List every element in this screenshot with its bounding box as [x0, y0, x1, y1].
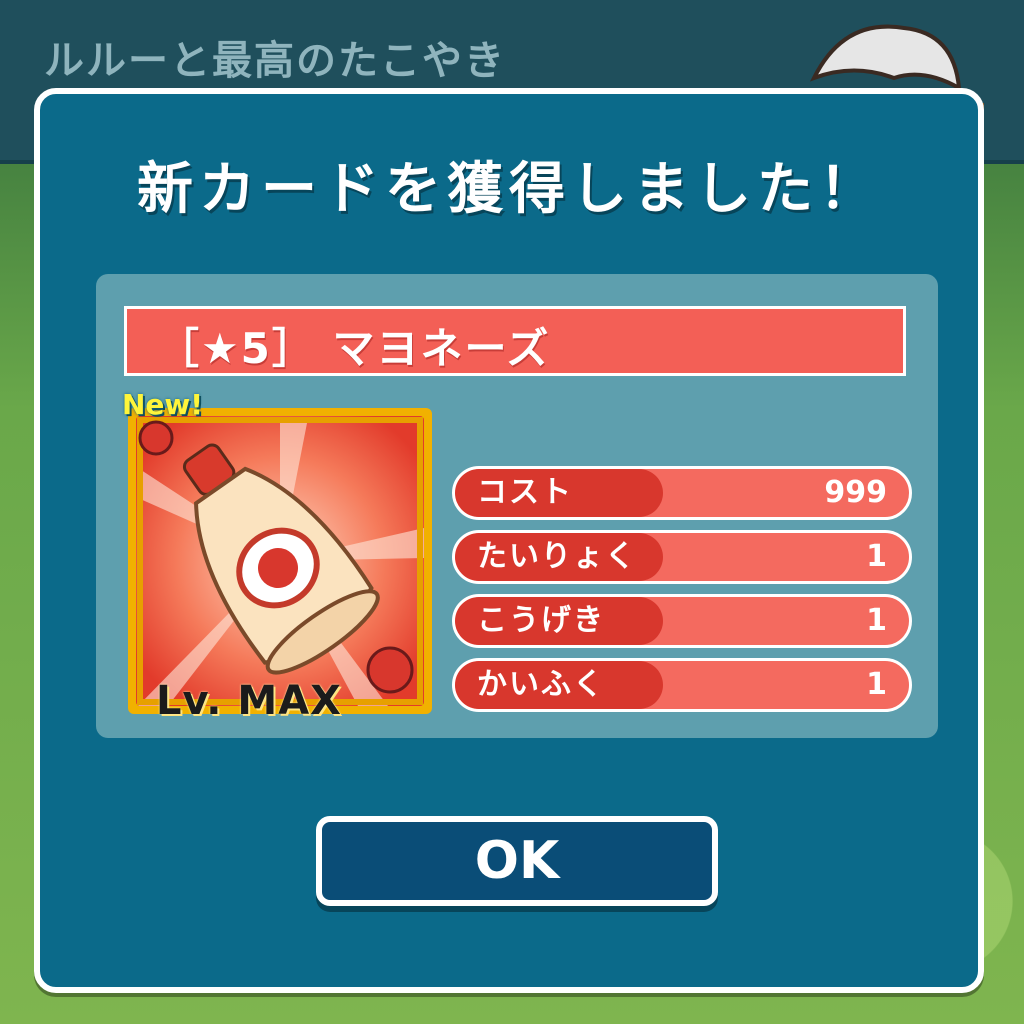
card-info-panel: ［★5］ マヨネーズ New! Lv. MAX コスト 999 たいりょく 1 …: [96, 274, 938, 738]
ok-button-label: OK: [474, 831, 560, 891]
stat-value: 1: [866, 667, 887, 702]
stage-title: ルルーと最高のたこやき: [44, 38, 506, 84]
stat-label: たいりょく: [455, 533, 663, 581]
card-image[interactable]: [128, 408, 432, 714]
stat-label: こうげき: [455, 597, 663, 645]
card-name: ［★5］ マヨネーズ: [157, 324, 551, 373]
card-level: Lv. MAX: [156, 678, 343, 724]
card-obtained-dialog: 新カードを獲得しました！ ［★5］ マヨネーズ New! Lv. MAX コスト…: [34, 88, 984, 993]
stat-attack: こうげき 1: [452, 594, 912, 648]
stat-recovery: かいふく 1: [452, 658, 912, 712]
stat-value: 1: [866, 539, 887, 574]
new-badge: New!: [122, 388, 204, 421]
ok-button[interactable]: OK: [316, 816, 718, 906]
mayonnaise-bottle-icon: [128, 408, 432, 714]
stat-label: コスト: [455, 469, 663, 517]
stat-cost: コスト 999: [452, 466, 912, 520]
stat-value: 1: [866, 603, 887, 638]
stat-value: 999: [824, 475, 887, 510]
stat-label: かいふく: [455, 661, 663, 709]
dialog-title: 新カードを獲得しました！: [137, 157, 881, 222]
card-stats: コスト 999 たいりょく 1 こうげき 1 かいふく 1: [452, 466, 912, 722]
card-name-bar: ［★5］ マヨネーズ: [124, 306, 906, 376]
stat-hp: たいりょく 1: [452, 530, 912, 584]
